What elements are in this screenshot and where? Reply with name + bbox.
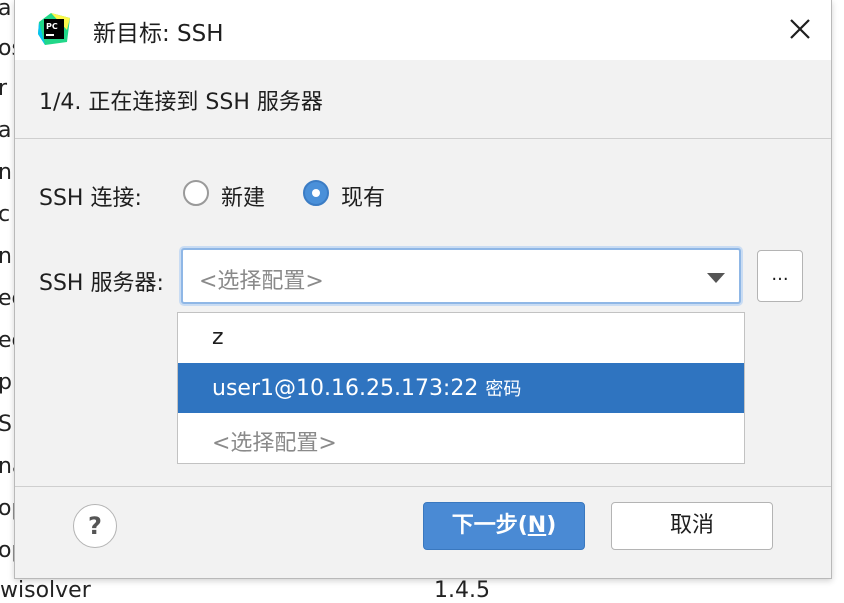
- ssh-server-combobox[interactable]: <选择配置>: [181, 248, 741, 304]
- dropdown-item-z[interactable]: z: [178, 313, 744, 363]
- radio-new-label[interactable]: 新建: [221, 180, 265, 212]
- radio-existing-label[interactable]: 现有: [341, 180, 385, 212]
- background-text: r: [0, 76, 8, 101]
- dropdown-item-host: user1@10.16.25.173:22: [212, 376, 479, 401]
- dropdown-item-auth-type: 密码: [485, 379, 522, 400]
- background-text: p: [0, 370, 12, 395]
- cancel-button[interactable]: 取消: [611, 502, 773, 550]
- background-text: c: [0, 202, 11, 227]
- dropdown-item-label: z: [212, 325, 224, 350]
- step-header: 1/4. 正在连接到 SSH 服务器: [15, 60, 831, 139]
- radio-existing[interactable]: [303, 180, 329, 206]
- dropdown-item-user1[interactable]: user1@10.16.25.173:22 密码: [178, 363, 744, 413]
- background-text: a: [0, 0, 12, 21]
- background-package-version: 1.4.5: [434, 578, 490, 603]
- background-text: n: [0, 160, 12, 185]
- next-button-label-prefix: 下一步(: [451, 513, 528, 538]
- radio-new[interactable]: [183, 180, 209, 206]
- next-button-label-suffix: ): [546, 513, 557, 538]
- next-button[interactable]: 下一步(N): [423, 502, 585, 550]
- background-text: a: [0, 118, 12, 143]
- step-title: 1/4. 正在连接到 SSH 服务器: [39, 90, 323, 115]
- chevron-down-icon[interactable]: [707, 273, 725, 283]
- close-icon[interactable]: [785, 14, 815, 44]
- footer-divider: [15, 486, 831, 487]
- new-target-ssh-dialog: PC 新目标: SSH 1/4. 正在连接到 SSH 服务器 SSH 连接: 新…: [14, 0, 832, 579]
- dropdown-item-select-config[interactable]: <选择配置>: [178, 413, 744, 463]
- svg-text:PC: PC: [46, 22, 58, 31]
- ssh-server-label: SSH 服务器:: [39, 271, 164, 296]
- dropdown-item-label: <选择配置>: [212, 431, 337, 456]
- background-text: n: [0, 244, 12, 269]
- dropdown-item-label: user1@10.16.25.173:22 密码: [212, 375, 521, 401]
- ssh-server-combobox-value: <选择配置>: [199, 269, 324, 294]
- background-package-name: wisolver: [0, 578, 91, 603]
- dialog-title: 新目标: SSH: [93, 21, 224, 47]
- dialog-titlebar: PC 新目标: SSH: [15, 0, 831, 60]
- ssh-server-dropdown-list: z user1@10.16.25.173:22 密码 <选择配置>: [177, 312, 745, 464]
- next-button-mnemonic: N: [527, 513, 547, 538]
- browse-configurations-button[interactable]: ...: [757, 250, 803, 302]
- pycharm-app-icon: PC: [38, 13, 70, 45]
- ssh-connection-label: SSH 连接:: [39, 186, 142, 211]
- help-button[interactable]: ?: [73, 504, 117, 548]
